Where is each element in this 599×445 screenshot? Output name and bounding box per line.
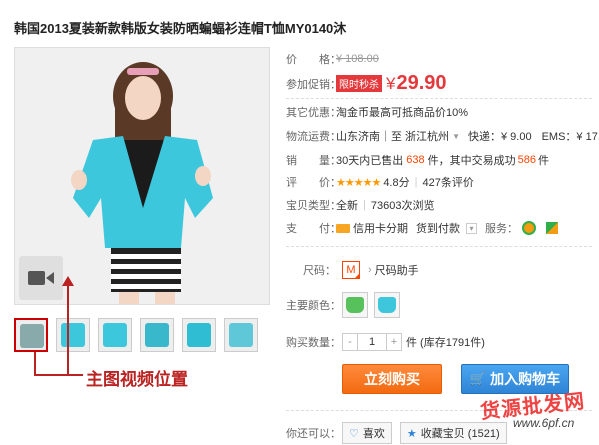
quantity-plus-button[interactable]: + xyxy=(387,334,401,350)
like-button[interactable]: ♡ 喜欢 xyxy=(342,422,392,444)
installment-option[interactable]: 信用卡分期 xyxy=(353,220,408,236)
payment-row: 支 付： 信用卡分期 货到付款 ▾ 服务： xyxy=(286,220,558,236)
flash-sale-badge: 限时秒杀 xyxy=(336,75,382,92)
product-type-label: 宝贝类型： xyxy=(286,200,341,212)
sales-row: 销 量： 30天内已售出 638 件，其中交易成功 586 件 xyxy=(286,152,549,168)
chevron-down-icon[interactable]: ▼ xyxy=(452,132,460,141)
cart-icon: 🛒 xyxy=(469,371,487,386)
size-helper-link[interactable]: 尺码助手 xyxy=(375,262,419,278)
promo-label: 参加促销： xyxy=(286,78,341,91)
divider xyxy=(286,246,592,247)
cod-option[interactable]: 货到付款 xyxy=(416,220,460,236)
divider xyxy=(286,98,592,99)
star-icon: ★ xyxy=(406,427,417,440)
size-label: 尺码： xyxy=(303,265,336,277)
main-product-image[interactable] xyxy=(14,47,270,305)
product-type-row: 宝贝类型： 全新 | 73603次浏览 xyxy=(286,197,434,213)
promo-price: 29.90 xyxy=(396,72,447,94)
size-row: 尺码： M › 尺码助手 xyxy=(286,261,419,279)
favorite-label: 收藏宝贝 (1521) xyxy=(420,428,500,440)
expand-icon[interactable]: ▾ xyxy=(466,222,477,234)
ems-fee: EMS：¥ 17.00 xyxy=(541,131,599,143)
thumbnail-6[interactable] xyxy=(224,318,258,352)
express-fee: 快递：¥ 9.00 xyxy=(467,131,532,143)
shipping-row: 物流运费： 山东济南｜至 浙江杭州 ▼ 快递：¥ 9.00 EMS：¥ 17.0… xyxy=(286,128,599,144)
credit-card-icon xyxy=(336,223,350,233)
rating-label: 评 价： xyxy=(286,177,341,189)
other-discount-label: 其它优惠： xyxy=(286,107,341,119)
sales-prefix: 30天内已售出 xyxy=(336,155,404,167)
sold-count: 638 xyxy=(406,154,425,166)
product-title: 韩国2013夏装新款韩版女装防晒蝙蝠衫连帽T恤MY0140沐 xyxy=(14,21,347,36)
thumbnail-5[interactable] xyxy=(182,318,216,352)
chevron-right-icon: › xyxy=(368,264,372,276)
sales-middle: 件，其中交易成功 xyxy=(427,155,516,167)
color-swatch-green[interactable] xyxy=(342,292,368,318)
sales-suffix: 件 xyxy=(537,155,549,167)
add-to-cart-label: 加入购物车 xyxy=(490,371,561,387)
annotation-arrow-icon xyxy=(62,276,74,286)
buy-now-button[interactable]: 立刻购买 xyxy=(342,364,442,394)
color-row: 主要颜色： xyxy=(286,292,406,318)
size-option-m[interactable]: M xyxy=(342,261,360,279)
separator: | xyxy=(363,199,366,211)
extra-actions-row: 你还可以： ♡ 喜欢 ★ 收藏宝贝 (1521) xyxy=(286,422,515,444)
sales-label: 销 量： xyxy=(286,155,341,167)
price-row: 价 格： ¥ 108.00 xyxy=(286,51,379,67)
annotation-line-link xyxy=(67,374,83,376)
service-badge-icon[interactable] xyxy=(522,221,536,235)
success-count: 586 xyxy=(517,154,536,166)
favorite-button[interactable]: ★ 收藏宝贝 (1521) xyxy=(399,422,507,444)
annotation-label: 主图视频位置 xyxy=(86,370,188,389)
rating-stars-icon: ★★★★★ xyxy=(336,176,381,189)
view-count: 73603次浏览 xyxy=(370,200,435,212)
separator: | xyxy=(414,176,418,188)
color-label: 主要颜色： xyxy=(286,300,341,312)
shipping-route[interactable]: 山东济南｜至 浙江杭州 xyxy=(336,128,449,144)
rating-score: 4.8分 xyxy=(383,177,410,189)
quantity-stepper[interactable]: - 1 + xyxy=(342,333,402,351)
quantity-minus-button[interactable]: - xyxy=(343,334,357,350)
other-discount-row: 其它优惠： 淘金币最高可抵商品价10% xyxy=(286,104,468,120)
video-play-icon[interactable] xyxy=(19,256,63,300)
watermark-url: www.6pf.cn xyxy=(513,416,575,430)
thumbnail-3[interactable] xyxy=(98,318,132,352)
review-count-link[interactable]: 427条评价 xyxy=(422,174,473,190)
heart-icon: ♡ xyxy=(349,427,359,440)
stock-text: 件 (库存1791件) xyxy=(406,337,485,349)
condition: 全新 xyxy=(336,200,358,212)
color-swatch-blue[interactable] xyxy=(374,292,400,318)
other-discount-text: 淘金币最高可抵商品价10% xyxy=(336,107,469,119)
thumbnail-2[interactable] xyxy=(56,318,90,352)
like-label: 喜欢 xyxy=(362,428,385,440)
thumbnail-4[interactable] xyxy=(140,318,174,352)
thumbnail-strip xyxy=(14,318,258,352)
quantity-input[interactable]: 1 xyxy=(357,334,387,350)
price-label: 价 格： xyxy=(286,54,341,66)
quantity-row: 购买数量： - 1 + 件 (库存1791件) xyxy=(286,333,485,351)
payment-label: 支 付： xyxy=(286,223,341,235)
annotation-line-vertical-2 xyxy=(67,282,69,374)
shipping-label: 物流运费： xyxy=(286,131,341,143)
service-guarantee-icon[interactable] xyxy=(546,222,558,234)
rating-row: 评 价： ★★★★★ 4.8分 | 427条评价 xyxy=(286,174,474,190)
extra-label: 你还可以： xyxy=(286,428,341,440)
thumbnail-1[interactable] xyxy=(14,318,48,352)
original-price: ¥ 108.00 xyxy=(336,53,379,65)
annotation-line-vertical-1 xyxy=(34,352,36,376)
promo-row: 参加促销： 限时秒杀 ¥ 29.90 xyxy=(286,72,447,95)
service-label: 服务： xyxy=(485,223,518,235)
promo-currency: ¥ xyxy=(386,73,396,93)
quantity-label: 购买数量： xyxy=(286,337,341,349)
